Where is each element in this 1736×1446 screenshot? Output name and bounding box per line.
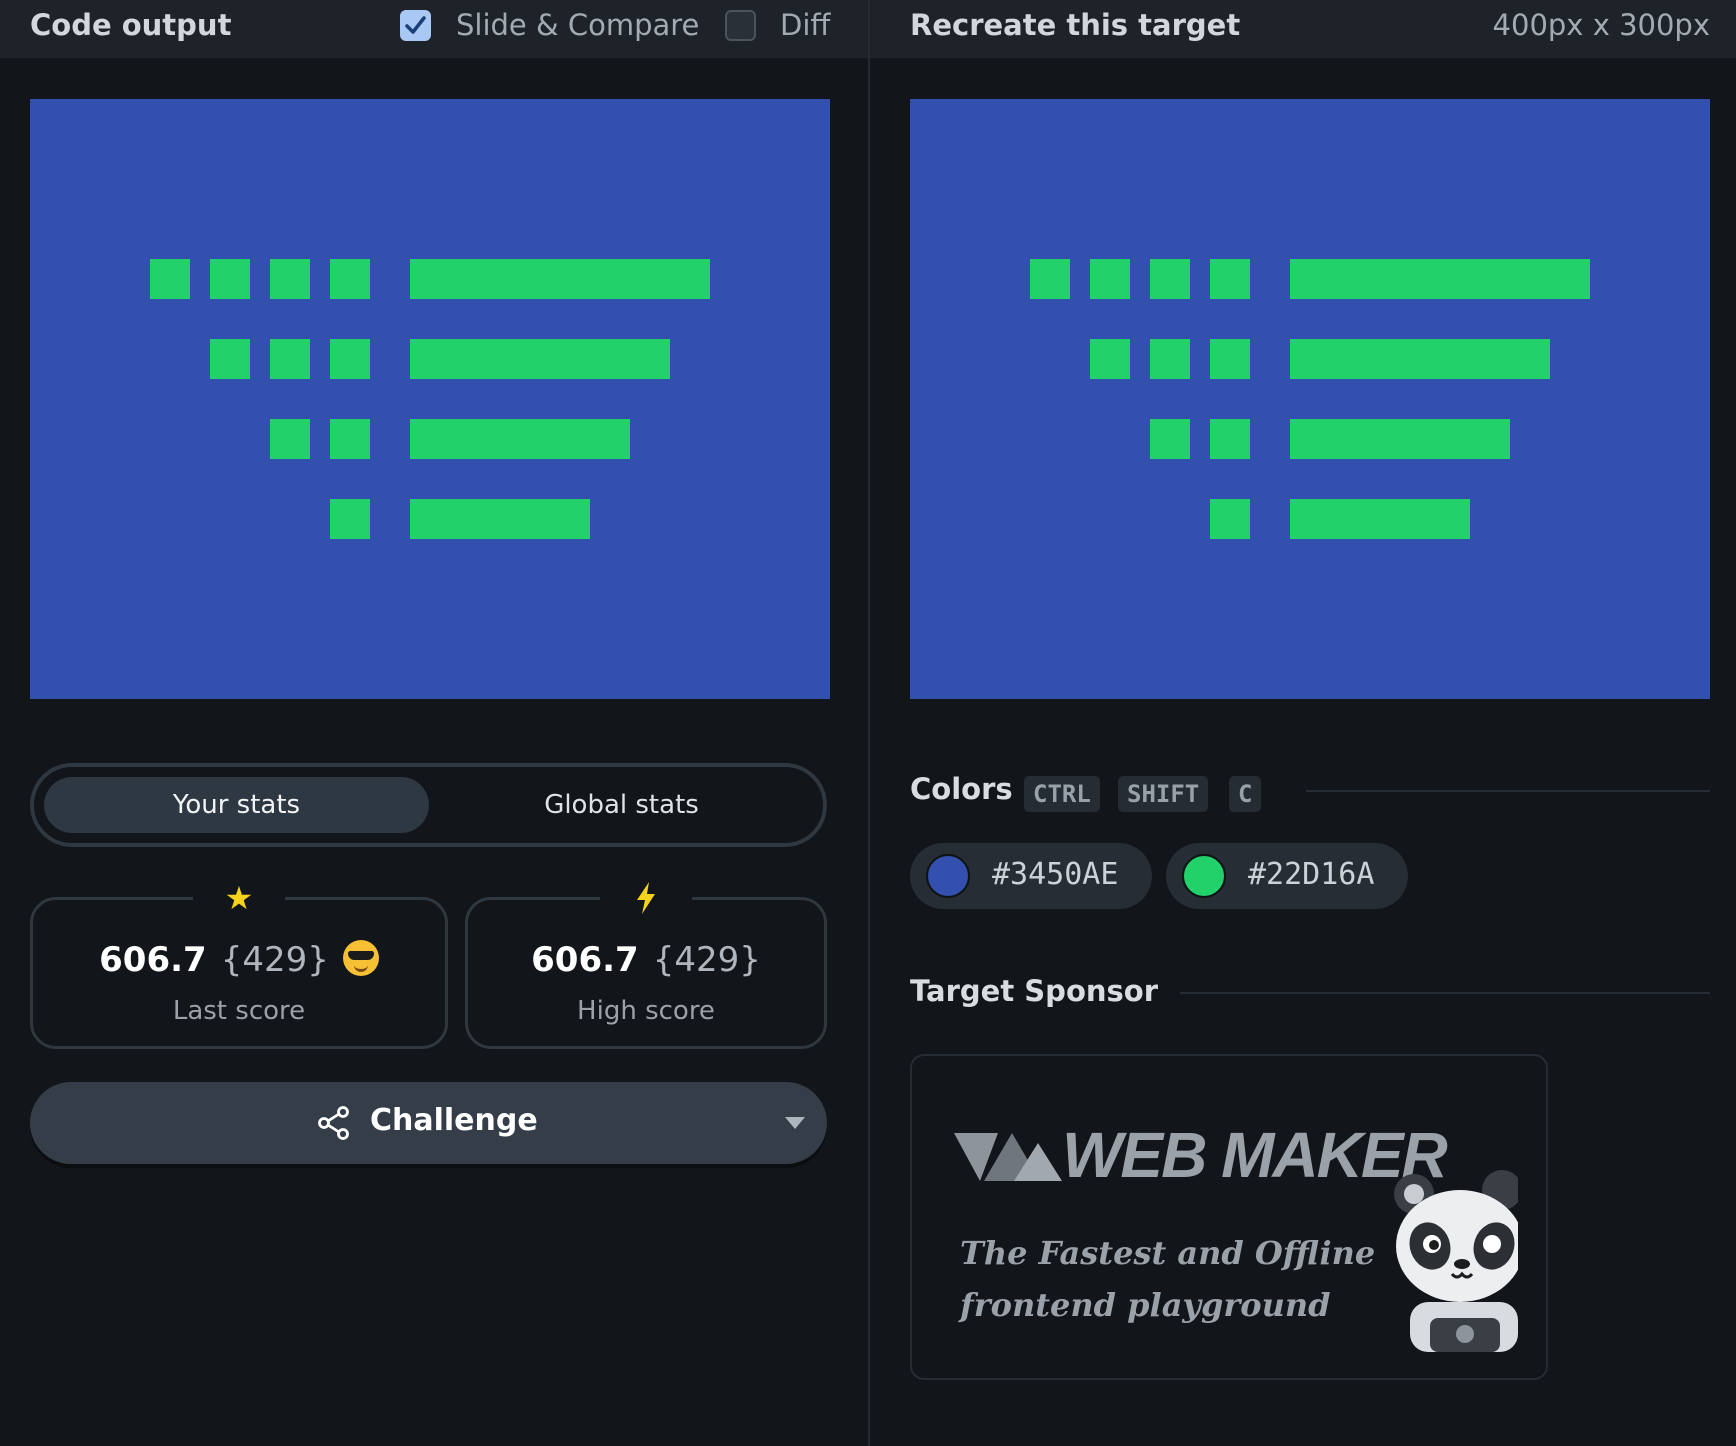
bolt-badge <box>600 878 692 918</box>
color-swatch-green[interactable]: #22D16A <box>1166 843 1408 909</box>
diff-checkbox[interactable] <box>725 10 756 41</box>
swatch-dot <box>926 854 970 898</box>
target-header: Recreate this target 400px x 300px <box>870 0 1736 58</box>
pattern-square <box>330 419 370 459</box>
stats-tabs: Your stats Global stats <box>30 763 827 847</box>
pattern-bar <box>1290 259 1590 299</box>
sponsor-title: Target Sponsor <box>910 974 1159 1008</box>
last-score-label: Last score <box>172 996 306 1026</box>
sponsor-card[interactable]: WEB MAKER The Fastest and Offline fronte… <box>910 1054 1548 1380</box>
pattern-square <box>1030 259 1070 299</box>
chevron-down-icon[interactable] <box>785 1117 805 1129</box>
pattern-square <box>1210 339 1250 379</box>
pattern-square <box>1210 259 1250 299</box>
pattern-square <box>150 259 190 299</box>
colors-divider <box>1306 790 1710 792</box>
kbd-c: C <box>1229 776 1262 812</box>
pattern-bar <box>410 419 630 459</box>
target-title: Recreate this target <box>910 8 1241 42</box>
high-score-label: High score <box>577 996 715 1026</box>
pattern-square <box>210 259 250 299</box>
sponsor-tagline-2: frontend playground <box>960 1286 1331 1324</box>
last-score-number: 606.7 <box>99 940 207 980</box>
challenge-button[interactable]: Challenge <box>30 1082 827 1164</box>
lightning-icon <box>637 882 655 914</box>
pattern-bar <box>1290 419 1510 459</box>
diff-label[interactable]: Diff <box>780 8 830 42</box>
sunglasses-emoji-icon <box>342 940 379 976</box>
last-score-value: 606.7 {429} <box>33 940 445 980</box>
web-maker-logo-icon <box>954 1133 1062 1181</box>
pattern-square <box>330 499 370 539</box>
pattern-bar <box>410 259 710 299</box>
swatch-dot <box>1182 854 1226 898</box>
pattern-bar <box>410 499 590 539</box>
pattern-square <box>1150 259 1190 299</box>
last-score-card: ★ 606.7 {429} Last score <box>30 878 448 1049</box>
code-output-panel: Code output Slide & Compare Diff Your st… <box>0 0 868 1446</box>
pattern-square <box>330 339 370 379</box>
code-output-header: Code output Slide & Compare Diff <box>0 0 868 58</box>
high-score-card: 606.7 {429} High score <box>465 878 827 1049</box>
pattern-square <box>330 259 370 299</box>
pattern-square <box>1090 259 1130 299</box>
pattern-square <box>1150 419 1190 459</box>
pattern-square <box>1210 499 1250 539</box>
slide-compare-checkbox[interactable] <box>400 10 431 41</box>
target-preview[interactable] <box>910 99 1710 699</box>
pattern-bar <box>1290 499 1470 539</box>
high-score-count: {429} <box>652 940 761 980</box>
pattern-square <box>210 339 250 379</box>
high-score-number: 606.7 <box>531 940 639 980</box>
high-score-value: 606.7 {429} <box>468 940 824 980</box>
pattern-square <box>270 419 310 459</box>
pattern-square <box>270 259 310 299</box>
pattern-square <box>270 339 310 379</box>
star-badge: ★ <box>193 878 285 918</box>
star-icon: ★ <box>224 879 254 917</box>
pattern-square <box>1090 339 1130 379</box>
pattern-bar <box>1290 339 1550 379</box>
kbd-shift: SHIFT <box>1118 776 1209 812</box>
panda-mascot-icon <box>1394 1170 1518 1352</box>
kbd-ctrl: CTRL <box>1024 776 1100 812</box>
swatch-hex: #3450AE <box>992 857 1119 892</box>
color-swatch-blue[interactable]: #3450AE <box>910 843 1152 909</box>
sponsor-divider <box>1180 992 1710 994</box>
pattern-square <box>1210 419 1250 459</box>
output-preview[interactable] <box>30 99 830 699</box>
pattern-square <box>1150 339 1190 379</box>
target-dimensions: 400px x 300px <box>1492 8 1710 42</box>
swatch-hex: #22D16A <box>1248 857 1375 892</box>
colors-title: Colors <box>910 772 1013 806</box>
challenge-label: Challenge <box>370 1103 538 1138</box>
sponsor-tagline-1: The Fastest and Offline <box>960 1234 1376 1272</box>
tab-your-stats[interactable]: Your stats <box>44 777 429 833</box>
share-icon <box>318 1106 349 1140</box>
tab-global-stats[interactable]: Global stats <box>429 777 814 833</box>
sponsor-logo-text: WEB MAKER <box>1062 1119 1448 1191</box>
slide-compare-label[interactable]: Slide & Compare <box>456 8 699 42</box>
last-score-count: {429} <box>220 940 329 980</box>
check-icon <box>405 16 426 34</box>
pattern-bar <box>410 339 670 379</box>
panel-title: Code output <box>30 8 232 42</box>
